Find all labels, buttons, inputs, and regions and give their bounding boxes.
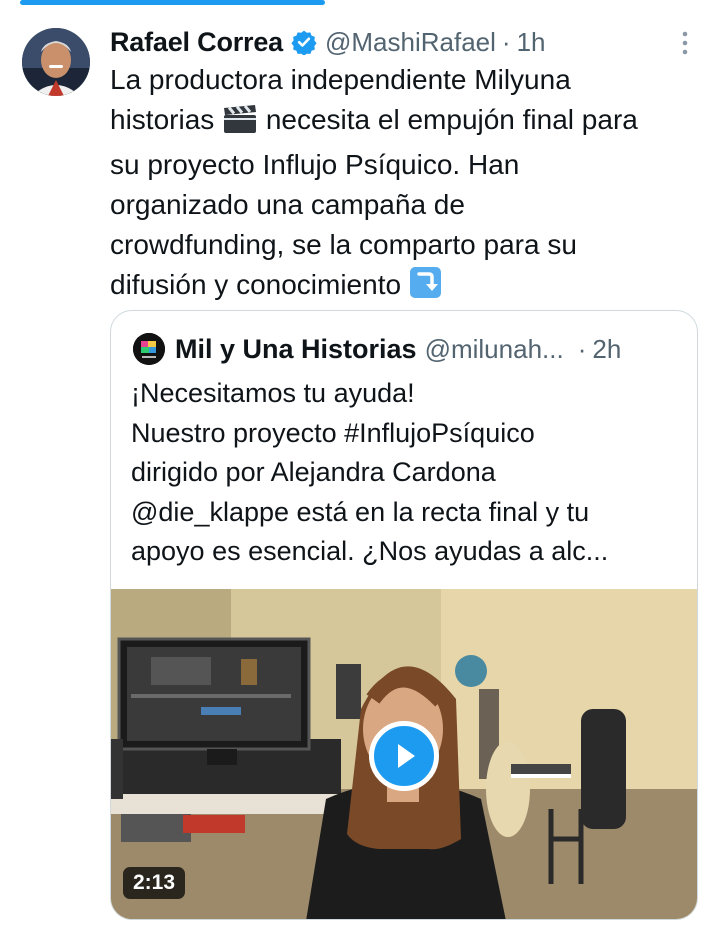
author-name[interactable]: Rafael Correa: [110, 27, 283, 58]
quoted-timestamp[interactable]: 2h: [592, 334, 621, 365]
tweet-line-part: necesita el empujón final para: [265, 104, 638, 135]
progress-track: [0, 0, 720, 6]
tweet-line-part: historias: [110, 104, 215, 135]
quoted-author-name[interactable]: Mil y Una Historias: [175, 334, 417, 365]
quoted-tweet-header: Mil y Una Historias @milunah... · 2h: [175, 329, 695, 369]
author-handle[interactable]: @MashiRafael: [325, 27, 496, 58]
tweet-line: difusión y conocimiento: [110, 265, 710, 310]
play-icon: [398, 744, 415, 768]
tweet-line: su proyecto Influjo Psíquico. Han: [110, 149, 520, 180]
quoted-line: apoyo es esencial. ¿Nos ayudas a alc...: [131, 536, 609, 566]
quoted-tweet-text: ¡Necesitamos tu ayuda! Nuestro proyecto …: [131, 374, 691, 572]
tweet-line-part: difusión y conocimiento: [110, 269, 402, 300]
clapper-board-emoji: [222, 104, 258, 145]
video-player[interactable]: 2:13: [111, 589, 697, 919]
tweet-line: historias necesita el empujón final para: [110, 100, 710, 145]
verified-badge-icon: [291, 30, 317, 55]
avatar[interactable]: [22, 28, 90, 96]
quoted-line: dirigido por Alejandra Cardona: [131, 457, 496, 487]
tweet-line: crowdfunding, se la comparto para su: [110, 229, 577, 260]
video-duration: 2:13: [123, 867, 186, 899]
play-button[interactable]: [369, 721, 439, 791]
tweet-line: organizado una campaña de: [110, 189, 465, 220]
arrow-down-emoji: [409, 266, 442, 310]
more-options-icon[interactable]: [678, 30, 692, 56]
separator-dot: ·: [577, 333, 587, 364]
quoted-avatar[interactable]: [133, 333, 165, 365]
progress-indicator: [20, 0, 325, 5]
quoted-author-handle[interactable]: @milunah...: [425, 334, 564, 365]
quoted-line: @die_klappe está en la recta final y tu: [131, 496, 590, 527]
quoted-tweet-card[interactable]: Mil y Una Historias @milunah... · 2h ¡Ne…: [110, 310, 698, 920]
quoted-line: ¡Necesitamos tu ayuda!: [131, 378, 415, 408]
timestamp[interactable]: 1h: [517, 27, 546, 58]
quoted-line: Nuestro proyecto #InflujoPsíquico: [131, 417, 535, 448]
tweet-text: La productora independiente Milyuna hist…: [110, 60, 710, 310]
tweet-header: Rafael Correa @MashiRafael · 1h: [110, 22, 710, 62]
tweet-line: La productora independiente Milyuna: [110, 64, 571, 95]
separator-dot: ·: [501, 26, 511, 57]
